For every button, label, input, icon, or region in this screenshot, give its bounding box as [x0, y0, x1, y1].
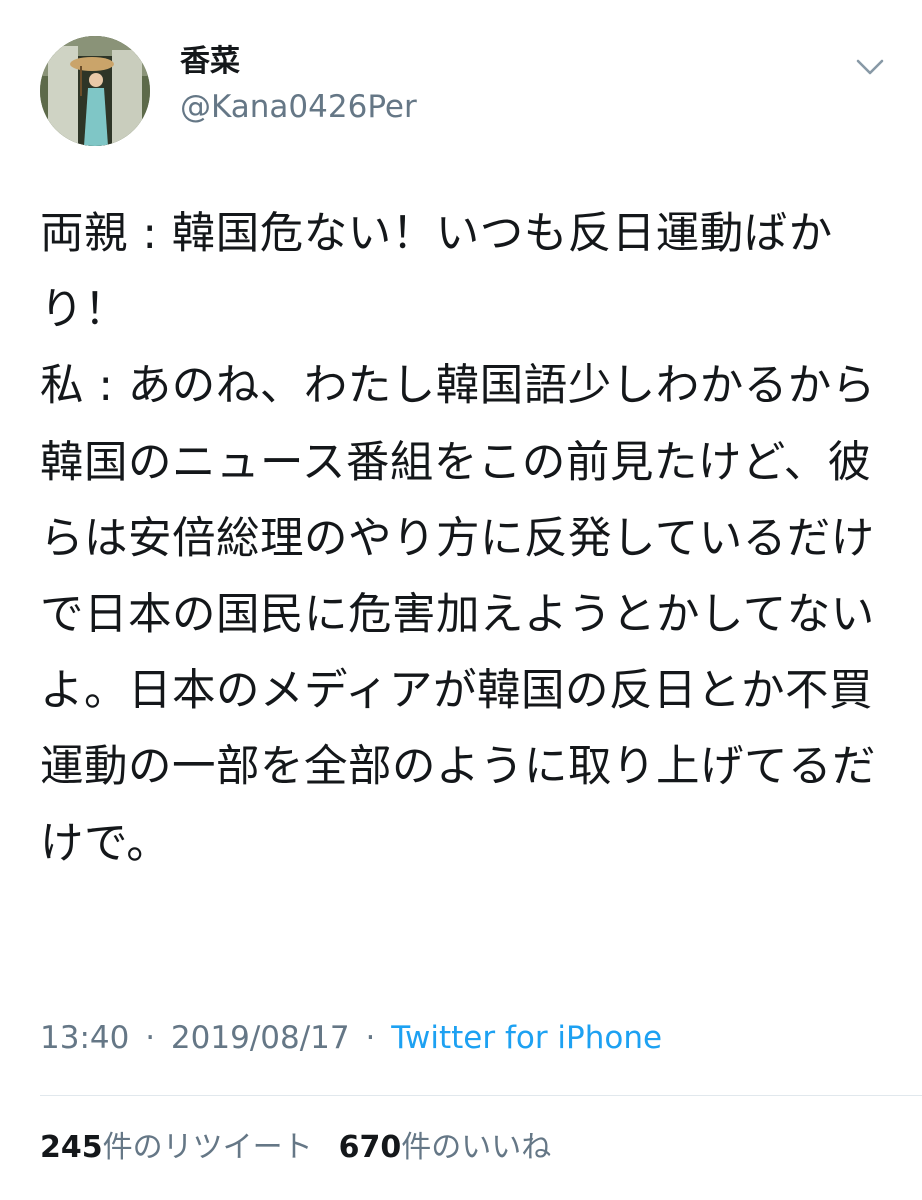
- tweet-text: 両親 : 韓国危ない！いつも反日運動ばかり！ 私 : あのね、わたし韓国語少しわ…: [40, 209, 876, 869]
- tweet-detail: 香菜 @Kana0426Per 両親 : 韓国危ない！いつも反日運動ばかり！ 私…: [0, 0, 922, 1200]
- display-name[interactable]: 香菜: [180, 44, 240, 80]
- tweet-source-link[interactable]: Twitter for iPhone: [391, 1020, 662, 1056]
- likes-label: 件のいいね: [401, 1130, 552, 1165]
- avatar-photo-icon: [40, 36, 150, 146]
- likes-stat[interactable]: 670件のいいね: [339, 1130, 552, 1165]
- chevron-down-icon[interactable]: [852, 52, 888, 82]
- avatar[interactable]: [40, 36, 150, 146]
- username[interactable]: @Kana0426Per: [180, 88, 417, 126]
- retweets-count: 245: [40, 1130, 103, 1165]
- divider: [40, 1095, 922, 1096]
- retweets-stat[interactable]: 245件のリツイート: [40, 1130, 313, 1165]
- meta-separator: ·: [365, 1020, 376, 1056]
- tweet-time: 13:40: [40, 1020, 130, 1056]
- retweets-label: 件のリツイート: [102, 1130, 313, 1165]
- likes-count: 670: [338, 1130, 402, 1165]
- tweet-metadata: 13:40 · 2019/08/17 · Twitter for iPhone: [40, 1018, 662, 1058]
- tweet-date: 2019/08/17: [170, 1020, 350, 1056]
- tweet-stats: 245件のリツイート 670件のいいね: [40, 1128, 551, 1168]
- meta-separator: ·: [145, 1020, 156, 1056]
